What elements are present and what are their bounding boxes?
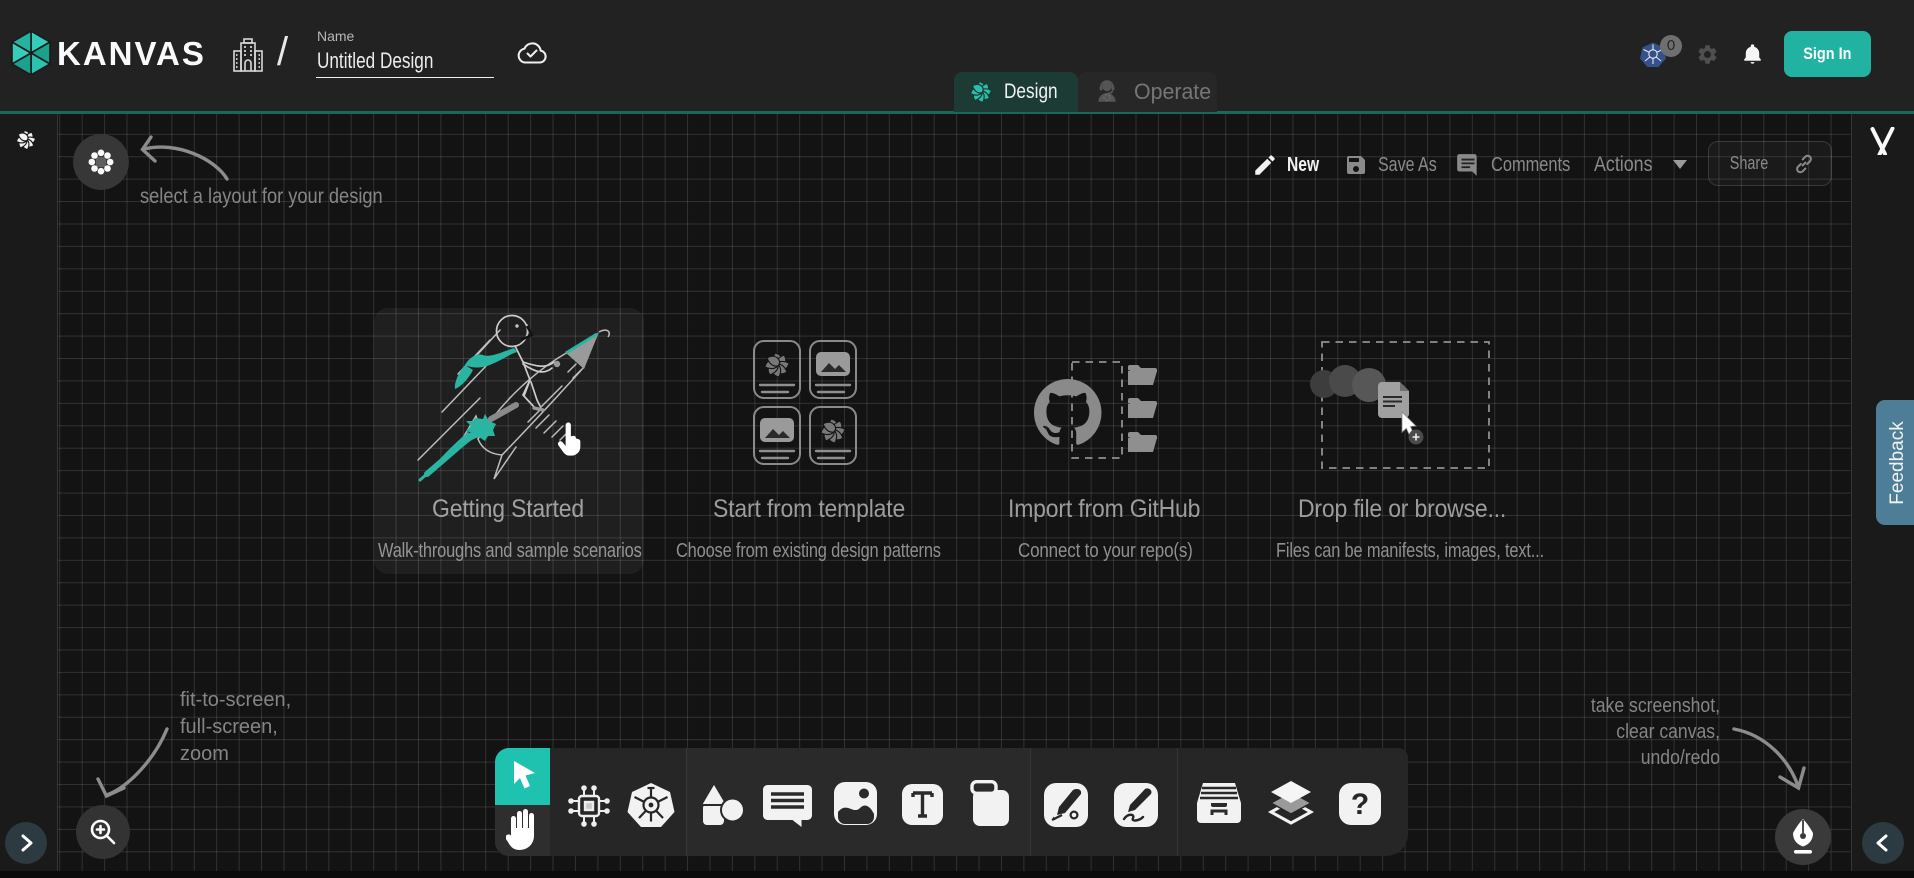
- svg-text:?: ?: [1351, 788, 1369, 821]
